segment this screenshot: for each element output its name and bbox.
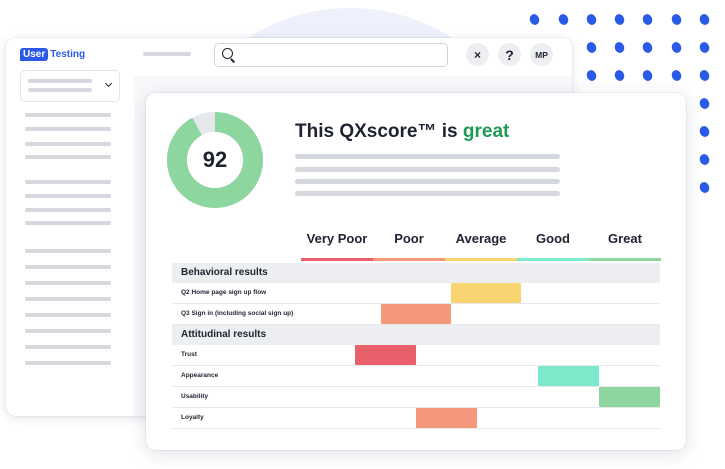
decorative-dot xyxy=(670,40,683,55)
section-header: Behavioral results xyxy=(172,263,660,283)
sidebar-nav-item[interactable] xyxy=(25,297,111,301)
result-row[interactable]: Q3 Sign in (including social sign up) xyxy=(172,304,660,325)
decorative-dot xyxy=(528,12,541,27)
scale-color-bar xyxy=(589,258,661,261)
close-button[interactable]: × xyxy=(466,43,489,66)
help-icon: ? xyxy=(505,46,514,63)
result-level-bar xyxy=(355,345,416,365)
header-placeholder-line xyxy=(143,52,191,56)
result-row[interactable]: Appearance xyxy=(172,366,660,387)
decorative-dot xyxy=(698,40,711,55)
decorative-dot xyxy=(557,12,570,27)
sidebar-nav-item[interactable] xyxy=(25,142,111,146)
avatar-initials: MP xyxy=(535,49,548,60)
result-level-bar xyxy=(451,283,521,303)
decorative-dot xyxy=(698,152,711,167)
sidebar-nav-item[interactable] xyxy=(25,155,111,159)
usertesting-logo[interactable]: User Testing xyxy=(20,48,85,61)
result-row-label: Loyalty xyxy=(181,414,204,421)
decorative-dot xyxy=(698,96,711,111)
decorative-dot xyxy=(613,12,626,27)
result-level-bar xyxy=(381,304,451,324)
sidebar-nav-item[interactable] xyxy=(25,361,111,365)
result-row[interactable]: Usability xyxy=(172,387,660,408)
sidebar-nav-item[interactable] xyxy=(25,180,111,184)
decorative-dot xyxy=(585,68,598,83)
help-button[interactable]: ? xyxy=(498,43,521,66)
qxscore-value: 92 xyxy=(202,147,228,172)
decorative-dot xyxy=(698,124,711,139)
logo-testing-text: Testing xyxy=(50,49,86,60)
result-level-bar xyxy=(538,366,599,386)
sidebar-nav-item[interactable] xyxy=(25,221,111,225)
scale-label-great: Great xyxy=(608,231,642,246)
sidebar-nav-item[interactable] xyxy=(25,249,111,253)
dropdown-placeholder-line xyxy=(28,79,92,83)
sidebar-nav-item[interactable] xyxy=(25,345,111,349)
sidebar-nav-item[interactable] xyxy=(25,127,111,131)
sidebar-nav-item[interactable] xyxy=(25,208,111,212)
result-level-bar xyxy=(599,387,660,407)
result-row[interactable]: Trust xyxy=(172,345,660,366)
decorative-dot xyxy=(585,40,598,55)
decorative-dot xyxy=(641,40,654,55)
headline-rating: great xyxy=(462,121,510,142)
logo-user-text: User xyxy=(20,48,49,61)
result-row-label: Q3 Sign in (including social sign up) xyxy=(181,310,294,317)
description-line xyxy=(295,179,560,184)
result-row-label: Appearance xyxy=(181,372,219,379)
result-row-label: Trust xyxy=(181,351,197,358)
result-level-bar xyxy=(416,408,477,428)
description-line xyxy=(295,154,560,159)
decorative-dot xyxy=(641,12,654,27)
description-line xyxy=(295,191,560,196)
qxscore-headline: This QXscore™ is great xyxy=(295,121,509,143)
search-input[interactable] xyxy=(239,47,443,63)
section-title: Behavioral results xyxy=(181,267,268,278)
decorative-dot xyxy=(613,68,626,83)
sidebar-nav-item[interactable] xyxy=(25,265,111,269)
dropdown-placeholder-line xyxy=(28,88,92,92)
user-avatar[interactable]: MP xyxy=(530,43,553,66)
sidebar-nav-item[interactable] xyxy=(25,329,111,333)
result-row-label: Q2 Home page sign up flow xyxy=(181,289,267,296)
scale-color-bar xyxy=(517,258,589,261)
result-row[interactable]: Loyalty xyxy=(172,408,660,429)
description-line xyxy=(295,167,560,172)
chevron-down-icon xyxy=(104,79,113,88)
sidebar-nav-item[interactable] xyxy=(25,313,111,317)
decorative-dot xyxy=(698,180,711,195)
scale-color-bar xyxy=(301,258,373,261)
qxscore-card: 92 This QXscore™ is great Very Poor Poor A… xyxy=(146,93,686,450)
headline-prefix: This QXscore™ is xyxy=(295,121,463,142)
decorative-dot xyxy=(641,68,654,83)
decorative-dot xyxy=(670,68,683,83)
scale-label-very-poor: Very Poor xyxy=(306,231,368,246)
scale-color-bar xyxy=(373,258,445,261)
result-row-label: Usability xyxy=(181,393,209,400)
sidebar-nav-item[interactable] xyxy=(25,113,111,117)
scale-label-poor: Poor xyxy=(394,231,424,246)
decorative-dot xyxy=(698,68,711,83)
scale-color-bar xyxy=(445,258,517,261)
search-bar[interactable] xyxy=(214,43,448,67)
workspace-dropdown[interactable] xyxy=(20,70,120,102)
sidebar-nav-item[interactable] xyxy=(25,281,111,285)
decorative-dot xyxy=(613,40,626,55)
sidebar-nav-item[interactable] xyxy=(25,194,111,198)
decorative-dot xyxy=(698,12,711,27)
scale-label-good: Good xyxy=(536,231,570,246)
scale-label-average: Average xyxy=(455,231,507,246)
decorative-dot xyxy=(670,12,683,27)
search-icon xyxy=(222,48,233,59)
close-icon: × xyxy=(473,47,481,62)
section-title: Attitudinal results xyxy=(181,329,267,340)
section-header: Attitudinal results xyxy=(172,325,660,345)
decorative-dot xyxy=(585,12,598,27)
result-row[interactable]: Q2 Home page sign up flow xyxy=(172,283,660,304)
